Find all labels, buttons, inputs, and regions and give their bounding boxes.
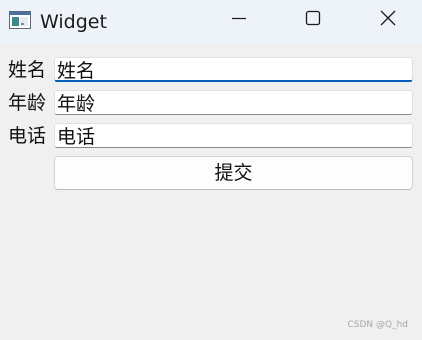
maximize-icon: [305, 10, 321, 30]
submit-button[interactable]: 提交: [54, 156, 413, 190]
close-button[interactable]: [365, 0, 411, 40]
close-icon: [380, 10, 396, 30]
age-input[interactable]: [54, 90, 413, 115]
app-window-icon: [9, 11, 31, 29]
minimize-button[interactable]: [216, 0, 262, 40]
age-label: 年龄: [8, 92, 47, 114]
maximize-button[interactable]: [290, 0, 336, 40]
name-input[interactable]: [54, 57, 413, 82]
phone-input[interactable]: [54, 123, 413, 148]
main-window: Widget 姓名 年龄: [0, 0, 422, 340]
phone-label: 电话: [8, 125, 47, 147]
title-bar[interactable]: Widget: [0, 0, 422, 44]
watermark-text: CSDN @Q_hd: [347, 320, 408, 330]
minimize-icon: [231, 10, 247, 30]
name-label: 姓名: [8, 59, 47, 81]
window-title: Widget: [40, 11, 107, 33]
